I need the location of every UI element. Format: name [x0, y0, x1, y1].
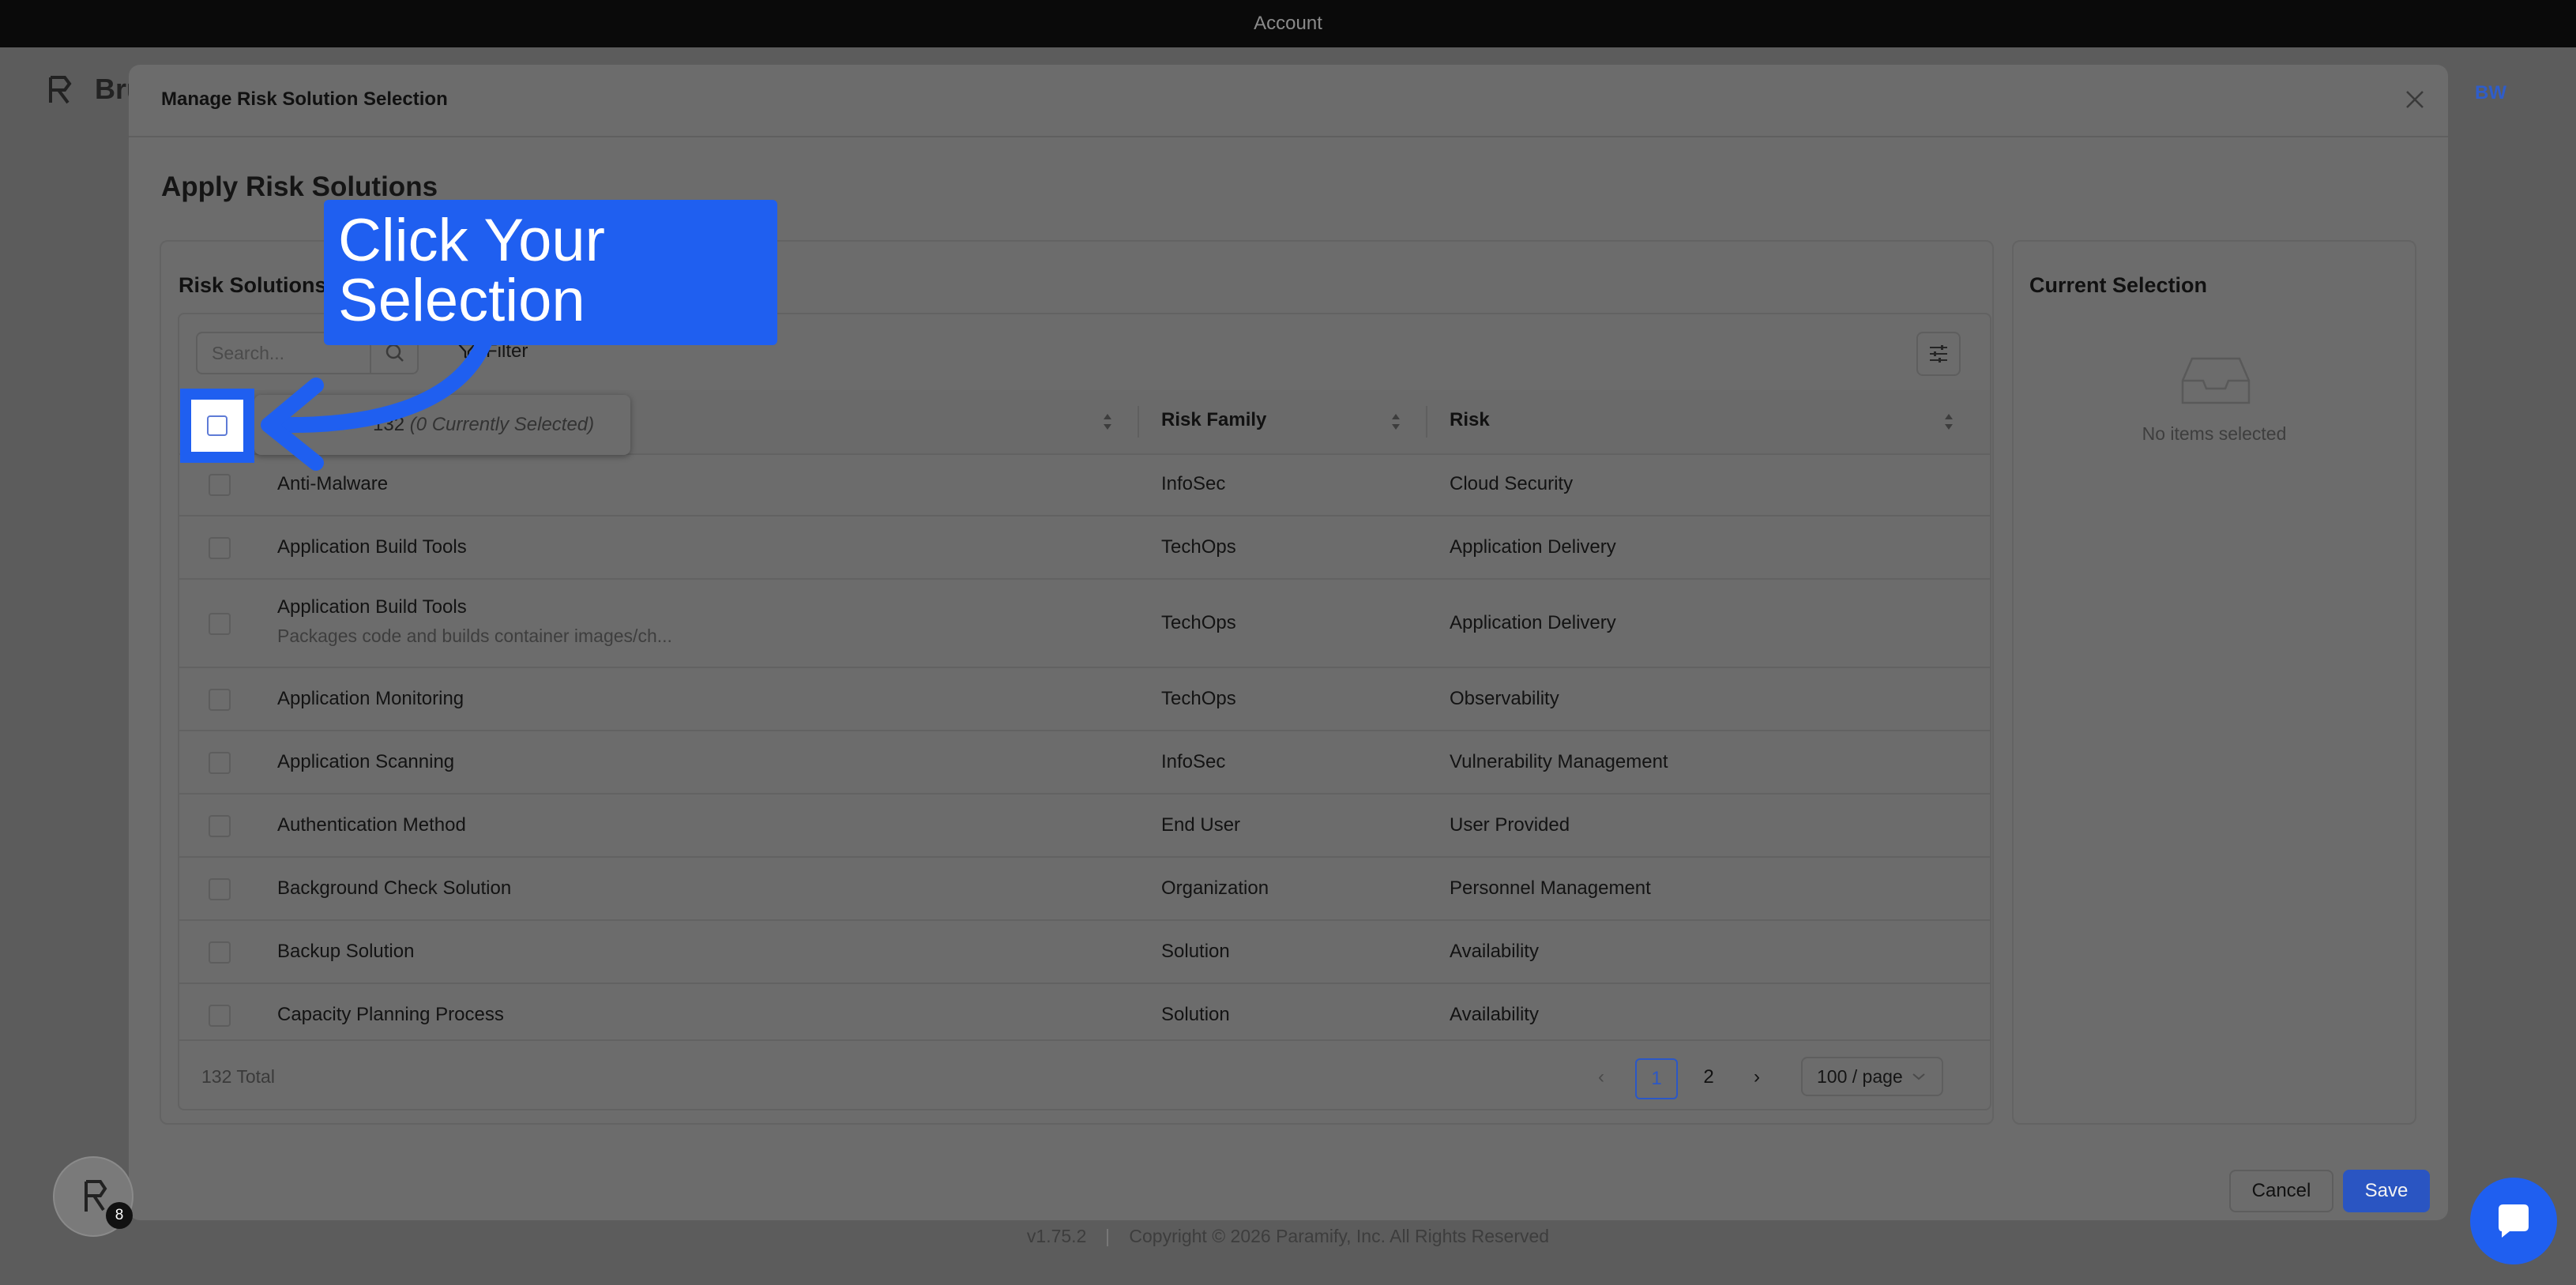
solution-name: Application Monitoring — [277, 688, 464, 709]
risk-family: Organization — [1161, 877, 1269, 899]
total-count: 132 Total — [201, 1066, 275, 1087]
app-footer: v1.75.2 Copyright © 2026 Paramify, Inc. A… — [0, 1226, 2576, 1247]
risk-family: InfoSec — [1161, 473, 1226, 494]
modal-title: Manage Risk Solution Selection — [161, 88, 448, 110]
solution-name: Application Build Tools — [277, 536, 467, 558]
table-row[interactable]: Application Build Tools TechOps Applicat… — [179, 517, 1990, 580]
risk-family: Solution — [1161, 1004, 1230, 1025]
risk: User Provided — [1450, 814, 1570, 836]
row-checkbox[interactable] — [209, 941, 231, 964]
risk-family: InfoSec — [1161, 751, 1226, 772]
risk: Availability — [1450, 941, 1539, 962]
close-icon[interactable] — [2402, 87, 2427, 112]
table-footer: 132 Total ‹ 1 2 › 100 / page — [179, 1039, 1990, 1109]
row-checkbox[interactable] — [209, 689, 231, 711]
risk-family: TechOps — [1161, 612, 1236, 633]
risk-family: TechOps — [1161, 536, 1236, 558]
tutorial-callout: Click Your Selection — [324, 200, 777, 345]
page-2-button[interactable]: 2 — [1689, 1058, 1728, 1096]
page-size-select[interactable]: 100 / page — [1801, 1057, 1943, 1096]
table-row[interactable]: Application Scanning InfoSec Vulnerabili… — [179, 731, 1990, 795]
solution-name: Authentication Method — [277, 814, 466, 836]
row-checkbox[interactable] — [209, 878, 231, 900]
chat-icon — [2499, 1204, 2529, 1238]
risk: Personnel Management — [1450, 877, 1651, 899]
callout-line-1: Click Your — [338, 207, 605, 274]
row-checkbox[interactable] — [209, 613, 231, 635]
table-row[interactable]: Application Monitoring TechOps Observabi… — [179, 668, 1990, 731]
column-divider — [1426, 406, 1427, 438]
window-title-bar: Account — [0, 0, 2576, 47]
page-size-value: 100 / page — [1817, 1065, 1903, 1087]
row-checkbox[interactable] — [209, 474, 231, 496]
footer-divider — [1107, 1228, 1109, 1246]
sort-icon[interactable] — [1102, 411, 1113, 433]
solution-name: Background Check Solution — [277, 877, 512, 899]
risk: Vulnerability Management — [1450, 751, 1668, 772]
solution-name: Backup Solution — [277, 941, 415, 962]
table-row[interactable]: Background Check Solution Organization P… — [179, 858, 1990, 921]
modal-header: Manage Risk Solution Selection — [129, 65, 2448, 137]
column-header-risk[interactable]: Risk — [1450, 409, 1490, 431]
row-checkbox[interactable] — [209, 537, 231, 559]
solution-name: Application Scanning — [277, 751, 455, 772]
user-avatar[interactable]: BW — [2475, 82, 2506, 104]
risk: Application Delivery — [1450, 612, 1616, 633]
paramify-logo-icon — [49, 76, 72, 104]
notification-badge: 8 — [106, 1202, 133, 1229]
current-selection-title: Current Selection — [2029, 273, 2208, 297]
risk: Cloud Security — [1450, 473, 1574, 494]
prev-page-button[interactable]: ‹ — [1589, 1058, 1613, 1096]
solution-name: Capacity Planning Process — [277, 1004, 504, 1025]
risk-family: Solution — [1161, 941, 1230, 962]
table-row[interactable]: Application Build Tools Packages code an… — [179, 580, 1990, 668]
callout-text: Click Your Selection — [338, 211, 605, 331]
callout-line-2: Selection — [338, 267, 585, 334]
empty-inbox-icon — [2181, 357, 2251, 404]
column-divider — [1138, 406, 1139, 438]
risk: Application Delivery — [1450, 536, 1616, 558]
sort-icon[interactable] — [1390, 411, 1401, 433]
risk-family: TechOps — [1161, 688, 1236, 709]
select-all-checkbox[interactable] — [207, 415, 228, 436]
risk: Availability — [1450, 1004, 1539, 1025]
window-title: Account — [1254, 13, 1322, 34]
row-checkbox[interactable] — [209, 815, 231, 837]
row-checkbox[interactable] — [209, 752, 231, 774]
save-button[interactable]: Save — [2343, 1170, 2430, 1212]
table-row[interactable]: Authentication Method End User User Prov… — [179, 795, 1990, 858]
row-checkbox[interactable] — [209, 1005, 231, 1027]
risk-family: End User — [1161, 814, 1241, 836]
copyright-text: Copyright © 2026 Paramify, Inc. All Righ… — [1129, 1226, 1550, 1246]
sliders-icon — [1930, 345, 1947, 363]
table-row[interactable]: Capacity Planning Process Solution Avail… — [179, 984, 1990, 1039]
column-header-risk-family[interactable]: Risk Family — [1161, 409, 1266, 431]
current-selection-panel: Current Selection No items selected — [2012, 240, 2416, 1125]
solution-description: Packages code and builds container image… — [277, 626, 672, 646]
empty-state-text: No items selected — [2142, 423, 2287, 444]
version-text: v1.75.2 — [1026, 1226, 1087, 1246]
column-settings-button[interactable] — [1916, 332, 1961, 376]
page-title: Apply Risk Solutions — [161, 171, 438, 202]
solution-name: Application Build Tools — [277, 596, 467, 618]
next-page-button[interactable]: › — [1745, 1058, 1769, 1096]
risk-solutions-title: Risk Solutions — [179, 273, 327, 297]
cancel-button[interactable]: Cancel — [2229, 1170, 2333, 1212]
chevron-down-icon — [1912, 1073, 1925, 1080]
risk: Observability — [1450, 688, 1559, 709]
page-1-button[interactable]: 1 — [1635, 1058, 1678, 1099]
sort-icon[interactable] — [1943, 411, 1954, 433]
chat-button[interactable] — [2470, 1178, 2557, 1264]
table-row[interactable]: Backup Solution Solution Availability — [179, 921, 1990, 984]
